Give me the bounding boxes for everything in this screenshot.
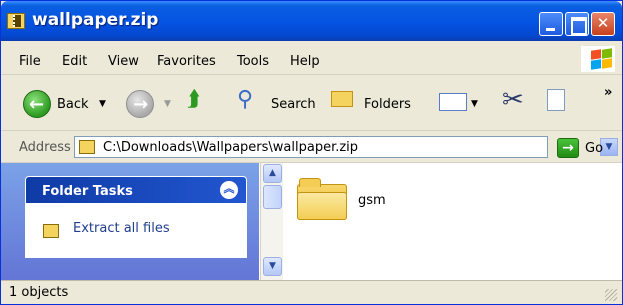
folders-icon[interactable] <box>331 91 353 107</box>
search-icon[interactable]: ⚲ <box>237 87 253 112</box>
address-input[interactable]: C:\Downloads\Wallpapers\wallpaper.zip ▼ <box>74 136 618 158</box>
forward-arrow-icon[interactable]: → <box>126 90 154 118</box>
scroll-down-icon[interactable]: ▼ <box>263 257 282 276</box>
menu-tools[interactable]: Tools <box>237 54 269 69</box>
maximize-button[interactable] <box>565 12 589 36</box>
back-dropdown-icon[interactable]: ▼ <box>99 99 106 109</box>
folder-item-name[interactable]: gsm <box>358 193 386 208</box>
minimize-button[interactable] <box>539 12 563 36</box>
menu-help[interactable]: Help <box>290 54 320 69</box>
forward-dropdown-icon[interactable]: ▼ <box>164 99 171 109</box>
menu-view[interactable]: View <box>108 54 139 69</box>
folder-tasks-header[interactable]: Folder Tasks ︽ <box>26 177 246 203</box>
up-folder-icon[interactable]: ⮭ <box>187 87 200 112</box>
folder-tasks-panel: Folder Tasks ︽ Extract all files <box>25 176 247 258</box>
back-arrow-icon[interactable]: ← <box>23 90 51 118</box>
address-label: Address <box>19 140 71 155</box>
folder-icon[interactable] <box>297 178 347 220</box>
vertical-scrollbar[interactable]: ▲ ▼ <box>260 163 283 280</box>
window-title: wallpaper.zip <box>32 10 159 30</box>
go-button[interactable]: Go <box>585 141 603 156</box>
resize-grip[interactable] <box>605 289 617 301</box>
scroll-thumb[interactable] <box>263 185 282 209</box>
menu-edit[interactable]: Edit <box>62 54 87 69</box>
extract-icon <box>43 224 59 238</box>
scroll-up-icon[interactable]: ▲ <box>263 164 282 183</box>
close-button[interactable]: ✕ <box>591 12 615 36</box>
extract-all-files-link[interactable]: Extract all files <box>73 221 170 236</box>
title-bar[interactable]: wallpaper.zip ✕ <box>1 1 622 41</box>
folder-tasks-title: Folder Tasks <box>42 184 133 199</box>
toolbar-chevron-icon[interactable]: » <box>604 85 612 100</box>
status-text: 1 objects <box>9 285 69 300</box>
zip-folder-icon <box>7 13 25 29</box>
collapse-chevron-icon[interactable]: ︽ <box>220 181 238 199</box>
zip-folder-icon <box>79 140 95 154</box>
views-dropdown-icon[interactable]: ▼ <box>471 99 478 109</box>
cut-icon[interactable]: ✂ <box>502 85 524 115</box>
address-path: C:\Downloads\Wallpapers\wallpaper.zip <box>103 140 359 155</box>
search-button[interactable]: Search <box>271 97 316 112</box>
menu-favorites[interactable]: Favorites <box>157 54 216 69</box>
explorer-window: wallpaper.zip ✕ File Edit View Favorites… <box>0 0 623 305</box>
go-arrow-icon[interactable]: → <box>557 138 579 158</box>
windows-logo-icon <box>581 46 615 72</box>
views-icon[interactable] <box>439 93 467 111</box>
status-bar <box>1 280 622 304</box>
back-button[interactable]: Back <box>57 97 89 112</box>
menu-file[interactable]: File <box>19 54 41 69</box>
copy-icon[interactable] <box>547 89 565 111</box>
folders-button[interactable]: Folders <box>364 97 411 112</box>
